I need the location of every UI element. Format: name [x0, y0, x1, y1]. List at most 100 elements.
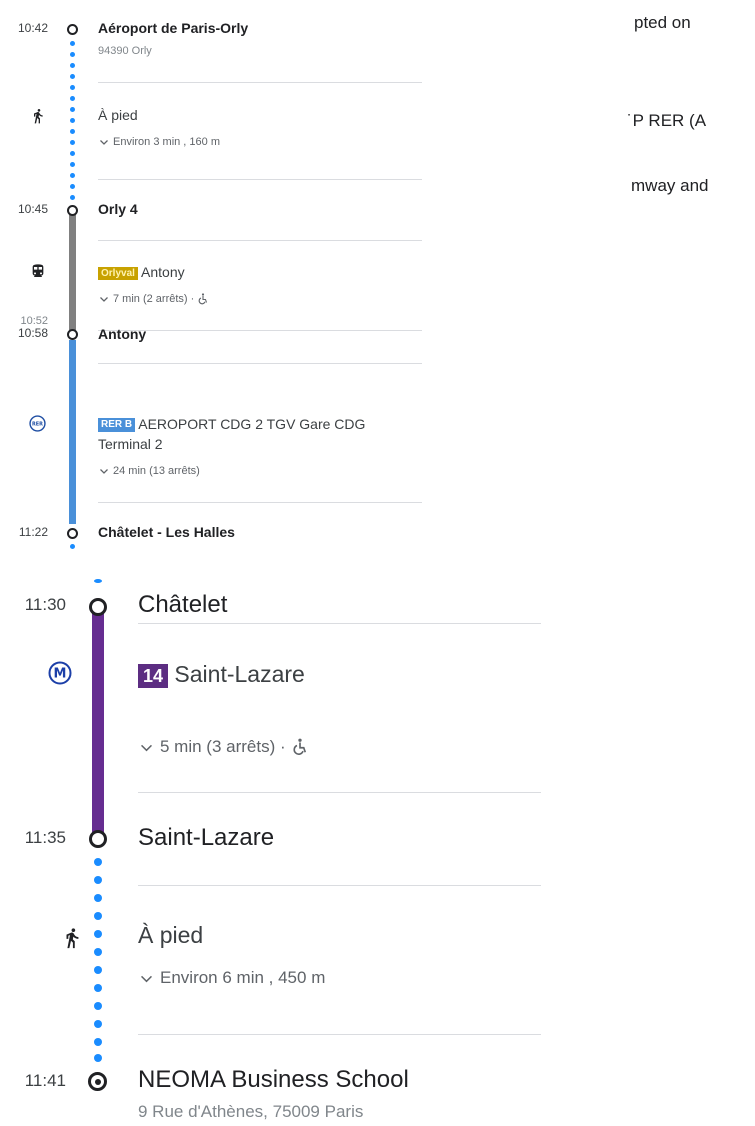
- stop-name-neoma[interactable]: NEOMA Business School: [138, 1066, 409, 1094]
- orlyval-destination: Antony: [141, 264, 185, 280]
- walk-dot: [70, 140, 75, 145]
- time-antony: 10:58: [17, 326, 48, 340]
- walk-dot: [94, 1054, 102, 1062]
- orlyval-details[interactable]: 7 min (2 arrêts) ·: [98, 293, 209, 305]
- chevron-down-icon: [100, 140, 108, 145]
- stop-node-chatelet-les-halles: [67, 528, 78, 539]
- metro-icon: M: [48, 661, 72, 685]
- stop-node-orly4: [67, 205, 78, 216]
- walk-dot: [70, 162, 75, 167]
- line-badge-14: 14: [138, 663, 169, 688]
- walk-dot: [70, 151, 75, 156]
- rerb-destination: AEROPORT CDG 2 TGV Gare CDG Terminal 2: [98, 416, 366, 452]
- rerb-route-line: [69, 340, 76, 524]
- tram-icon: [30, 263, 46, 279]
- wheelchair-icon: [198, 293, 208, 305]
- metro14-route-line: [92, 612, 104, 837]
- walk-dot: [70, 85, 75, 90]
- walk-dot: [94, 1038, 102, 1046]
- stop-address-orly: 94390 Orly: [98, 45, 152, 57]
- stop-name-orly4[interactable]: Orly 4: [98, 201, 138, 217]
- wheelchair-icon: [293, 738, 306, 755]
- walk-dot: [94, 948, 102, 956]
- separator: [138, 792, 541, 793]
- walk-dot: [94, 894, 102, 902]
- walk-dot: [70, 107, 75, 112]
- stop-name-antony[interactable]: Antony: [98, 326, 146, 342]
- walking-person-icon: [30, 108, 46, 124]
- walk-dot: [94, 930, 102, 938]
- text-fragment-2: ˙P RER (A: [627, 111, 707, 130]
- walk-dot: [94, 858, 102, 866]
- walk-dot: [70, 52, 75, 57]
- separator: [98, 82, 422, 83]
- walk-dot: [70, 184, 75, 189]
- rer-icon-text: RER: [32, 422, 43, 428]
- walk-dot: [70, 195, 75, 200]
- stop-name-saint-lazare[interactable]: Saint-Lazare: [138, 824, 274, 852]
- metro14-destination: Saint-Lazare: [174, 661, 305, 687]
- walk-details-2[interactable]: Environ 6 min , 450 m: [138, 968, 325, 988]
- walk-connector-dot: [94, 579, 102, 583]
- separator: [98, 363, 422, 364]
- metro14-details[interactable]: 5 min (3 arrêts) ·: [138, 737, 309, 757]
- stop-node-orly: [67, 24, 78, 35]
- walk-dot: [94, 966, 102, 974]
- walk-dot: [70, 118, 75, 123]
- walking-person-icon: [61, 927, 83, 949]
- metro-icon-text: M: [54, 667, 67, 682]
- separator: [138, 623, 541, 624]
- separator: [138, 1034, 541, 1035]
- stop-node-antony: [67, 329, 78, 340]
- metro14-details-text: 5 min (3 arrêts) ·: [160, 737, 286, 756]
- walk-dot: [70, 63, 75, 68]
- walk-connector-dot: [70, 544, 75, 549]
- stop-address-neoma: 9 Rue d'Athènes, 75009 Paris: [138, 1102, 364, 1121]
- stop-name-orly[interactable]: Aéroport de Paris-Orly: [98, 20, 248, 36]
- walk-dot: [94, 984, 102, 992]
- time-orly: 10:42: [17, 21, 48, 35]
- time-orly4: 10:45: [17, 202, 48, 216]
- walk-label-2: À pied: [138, 922, 204, 948]
- walk-dot: [94, 912, 102, 920]
- walk-dot: [94, 1002, 102, 1010]
- rerb-line[interactable]: RER B AEROPORT CDG 2 TGV Gare CDG Termin…: [98, 414, 408, 454]
- walk-dot: [94, 876, 102, 884]
- walk-details-text-2: Environ 6 min , 450 m: [160, 968, 326, 987]
- rerb-details-text: 24 min (13 arrêts): [113, 465, 200, 477]
- separator: [98, 179, 422, 180]
- chevron-down-icon: [100, 469, 108, 474]
- walk-dot: [70, 96, 75, 101]
- stop-name-chatelet[interactable]: Châtelet: [138, 591, 227, 619]
- chevron-down-icon: [100, 297, 108, 302]
- walk-dot: [70, 41, 75, 46]
- orlyval-line[interactable]: Orlyval Antony: [98, 264, 185, 280]
- walk-details-text-1: Environ 3 min , 160 m: [113, 136, 220, 148]
- separator: [98, 240, 422, 241]
- line-badge-rerb: RER B: [98, 418, 136, 433]
- walk-details-1[interactable]: Environ 3 min , 160 m: [98, 136, 220, 148]
- time-chatelet: 11:30: [24, 595, 66, 614]
- stop-node-chatelet: [89, 598, 107, 616]
- destination-node-icon: [88, 1072, 107, 1091]
- walk-dot: [70, 129, 75, 134]
- metro14-line[interactable]: 14 Saint-Lazare: [138, 661, 305, 688]
- stop-name-chatelet-les-halles[interactable]: Châtelet - Les Halles: [98, 524, 235, 540]
- text-fragment-1: pted on: [634, 13, 691, 32]
- text-fragment-3: mway and: [631, 176, 709, 195]
- chevron-down-icon: [140, 975, 153, 982]
- chevron-down-icon: [140, 744, 153, 751]
- time-neoma: 11:41: [24, 1071, 66, 1090]
- separator: [138, 885, 541, 886]
- rer-icon: RER: [29, 415, 46, 432]
- walk-dot: [70, 74, 75, 79]
- rerb-details[interactable]: 24 min (13 arrêts): [98, 465, 200, 477]
- orlyval-route-line: [69, 212, 76, 330]
- separator: [98, 330, 422, 331]
- line-badge-orlyval: Orlyval: [98, 266, 138, 280]
- walk-dot: [70, 173, 75, 178]
- orlyval-details-text: 7 min (2 arrêts) ·: [113, 293, 195, 305]
- time-chatelet-les-halles: 11:22: [18, 525, 48, 539]
- walk-dot: [94, 1020, 102, 1028]
- walk-label-1: À pied: [98, 107, 138, 123]
